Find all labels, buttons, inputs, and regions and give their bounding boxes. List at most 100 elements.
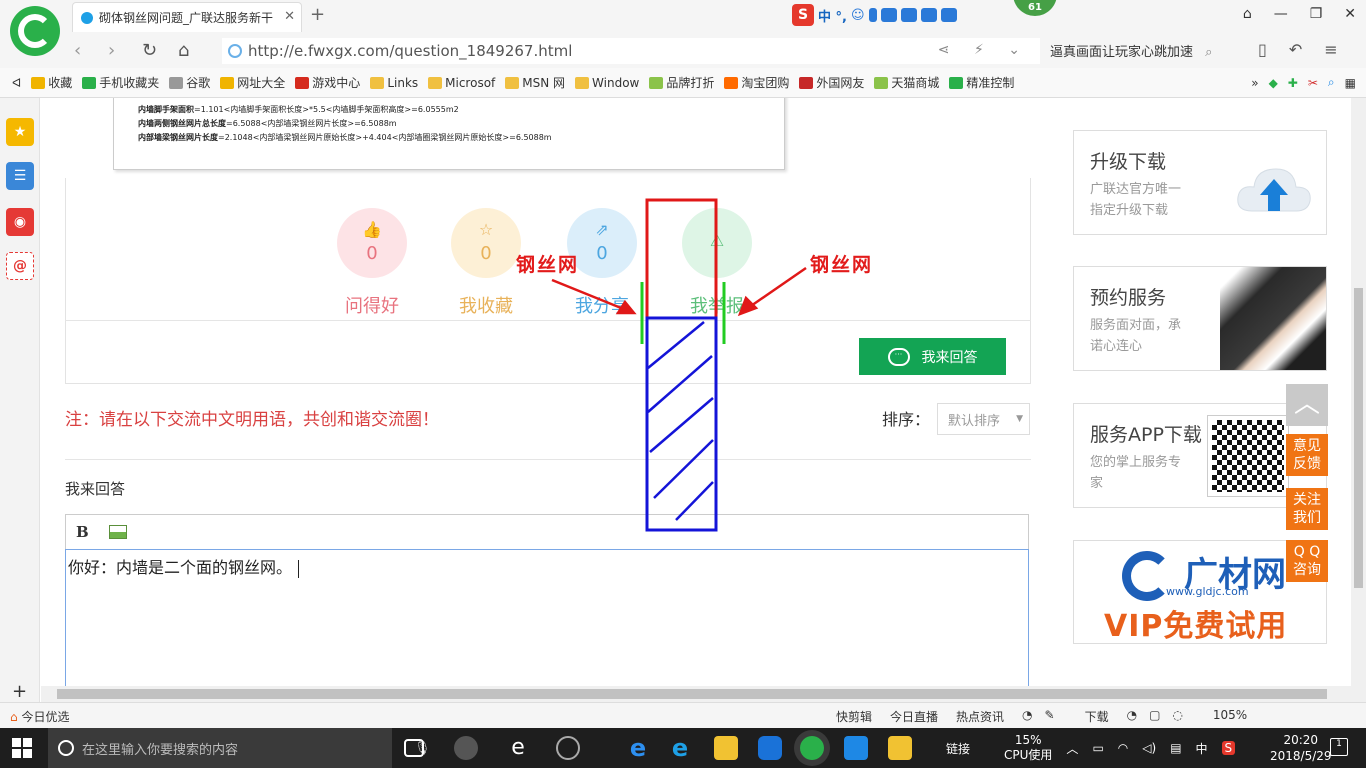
browser-tab-active[interactable]: 砌体钢丝网问题_广联达服务新干 ✕: [72, 2, 302, 32]
system-clock[interactable]: 20:20 2018/5/29: [1270, 732, 1332, 764]
keyboard-icon[interactable]: [880, 8, 897, 22]
url-tools[interactable]: ⋖ ⚡ ⌄: [938, 42, 1030, 58]
grid-icon[interactable]: [900, 8, 917, 22]
add-sidebar-icon[interactable]: +: [12, 681, 27, 702]
keyboard-icon[interactable]: ▤: [1170, 741, 1181, 755]
mail-icon[interactable]: @: [6, 252, 34, 280]
new-tab-button[interactable]: +: [310, 4, 325, 25]
weibo-icon[interactable]: ◉: [6, 208, 34, 236]
360-browser-icon[interactable]: [800, 736, 824, 760]
taskbar-search[interactable]: 在这里输入你要搜索的内容 🎙: [48, 728, 431, 768]
undo-icon[interactable]: ↶: [1289, 40, 1302, 59]
bookmark-item[interactable]: Window: [575, 74, 639, 91]
appointment-service-card[interactable]: 预约服务 服务面对面，承 诺心连心: [1073, 266, 1327, 371]
status-news[interactable]: 热点资讯: [956, 708, 1004, 725]
favorites-star-icon[interactable]: ★: [6, 118, 34, 146]
browser-logo-icon[interactable]: [10, 6, 60, 56]
sogou-ime-icon[interactable]: S: [792, 4, 814, 26]
follow-us-button[interactable]: 关注 我们: [1286, 488, 1328, 530]
today-picks[interactable]: ⌂ 今日优选: [10, 708, 69, 725]
reading-list-icon[interactable]: ☰: [6, 162, 34, 190]
bookmark-item[interactable]: 淘宝团购: [724, 74, 789, 91]
bookmark-item[interactable]: 外国网友: [799, 74, 864, 91]
extension-apps-icon[interactable]: ▦: [1345, 76, 1356, 90]
wrench-icon[interactable]: [940, 8, 957, 22]
status-downloads[interactable]: 下载: [1085, 708, 1109, 725]
spiral-app-icon[interactable]: [556, 736, 580, 760]
windows-start-icon[interactable]: [12, 738, 32, 758]
bold-button[interactable]: B: [76, 523, 89, 541]
restore-icon[interactable]: ❐: [1310, 6, 1323, 22]
upgrade-download-card[interactable]: 升级下载 广联达官方唯一 指定升级下载: [1073, 130, 1327, 235]
file-explorer-icon[interactable]: [714, 736, 738, 760]
action-warning[interactable]: ⚠ 我举报: [662, 208, 772, 318]
wifi-icon[interactable]: ◠: [1118, 741, 1128, 755]
status-quick-edit[interactable]: 快剪辑: [836, 708, 872, 725]
bookmarks-more-icon[interactable]: »: [1251, 76, 1258, 90]
back-icon[interactable]: ‹: [74, 40, 81, 61]
pinwheel-app-icon[interactable]: [454, 736, 478, 760]
bookmark-item[interactable]: MSN 网: [505, 74, 565, 91]
tab-close-icon[interactable]: ✕: [284, 9, 295, 24]
insert-image-icon[interactable]: [108, 525, 127, 539]
shirt-skin-icon[interactable]: ⌂: [1243, 6, 1252, 22]
shirt-icon[interactable]: [920, 8, 937, 22]
status-live[interactable]: 今日直播: [890, 708, 938, 725]
extension-search-icon[interactable]: ⌕: [1328, 75, 1335, 90]
bookmark-item[interactable]: 品牌打折: [649, 74, 714, 91]
extension-plus-icon[interactable]: ✚: [1288, 76, 1298, 90]
zoom-level[interactable]: 105%: [1213, 708, 1247, 725]
bookmark-item[interactable]: 精准控制: [949, 74, 1014, 91]
ime-language[interactable]: 中 °,: [818, 6, 847, 25]
refresh-icon[interactable]: ↻: [142, 40, 157, 61]
mic-icon[interactable]: [868, 8, 877, 22]
search-icon[interactable]: ⌕: [1205, 45, 1212, 60]
notes-app-icon[interactable]: [888, 736, 912, 760]
answer-button[interactable]: ··· 我来回答: [859, 338, 1006, 375]
bookmarks-collapse-icon[interactable]: ᐊ: [12, 76, 21, 90]
search-suggestion[interactable]: 逼真画面让玩家心跳加速 ⌕: [1050, 41, 1212, 60]
tray-expand-icon[interactable]: ︿: [1066, 740, 1078, 757]
internet-explorer-icon[interactable]: e: [668, 736, 692, 760]
bookmark-item[interactable]: 手机收藏夹: [82, 74, 159, 91]
back-to-top-button[interactable]: ︿: [1286, 384, 1328, 426]
vertical-scrollbar[interactable]: [1351, 98, 1366, 686]
bookmark-item[interactable]: 谷歌: [169, 74, 210, 91]
reply-editor[interactable]: 你好：内墙是二个面的钢丝网。: [65, 549, 1029, 686]
bookmark-item[interactable]: 网址大全: [220, 74, 285, 91]
minimize-icon[interactable]: —: [1274, 6, 1288, 22]
bookmark-item[interactable]: 天猫商城: [874, 74, 939, 91]
bookmark-item[interactable]: Microsof: [428, 74, 495, 91]
notification-center-icon[interactable]: 1: [1330, 738, 1348, 756]
extension-cut-icon[interactable]: ✂: [1308, 76, 1318, 90]
home-icon[interactable]: ⌂: [178, 40, 189, 61]
qq-consult-button[interactable]: Q Q 咨询: [1286, 540, 1328, 582]
ime-indicator[interactable]: 中: [1196, 740, 1208, 757]
cpu-usage[interactable]: 15% CPU使用: [1004, 733, 1052, 763]
edge-browser-icon[interactable]: e: [626, 736, 650, 760]
glodon-app-icon[interactable]: [758, 736, 782, 760]
ie-edge-app-icon[interactable]: e: [506, 736, 530, 760]
menu-icon[interactable]: ≡: [1324, 40, 1337, 59]
phone-icon[interactable]: ▯: [1258, 40, 1267, 59]
action-thumbs-up[interactable]: 👍 0 问得好: [317, 208, 427, 318]
horizontal-scrollbar[interactable]: [41, 686, 1366, 702]
bookmark-item[interactable]: 游戏中心: [295, 74, 360, 91]
emoji-icon[interactable]: ☺: [851, 8, 865, 23]
sogou-tray-icon[interactable]: S: [1221, 741, 1236, 755]
extension-shield-icon[interactable]: ◆: [1269, 76, 1278, 90]
bookmark-item[interactable]: 收藏: [31, 74, 72, 91]
close-window-icon[interactable]: ✕: [1344, 6, 1356, 22]
plus-app-icon[interactable]: [844, 736, 868, 760]
volume-icon[interactable]: ◁): [1142, 741, 1156, 755]
url-bar[interactable]: http://e.fwxgx.com/question_1849267.html…: [222, 38, 1040, 64]
forward-icon[interactable]: ›: [108, 40, 115, 61]
bookmark-item[interactable]: Links: [370, 74, 418, 91]
sort-select[interactable]: 默认排序 ▼: [937, 403, 1030, 435]
battery-icon[interactable]: ▭: [1092, 741, 1103, 755]
feedback-button[interactable]: 意见 反馈: [1286, 434, 1328, 476]
status-tools[interactable]: ◔✎: [1022, 708, 1067, 725]
task-view-icon[interactable]: [404, 739, 424, 757]
tray-links[interactable]: 链接: [946, 740, 970, 757]
status-tools-2[interactable]: ◔▢◌: [1127, 708, 1195, 725]
